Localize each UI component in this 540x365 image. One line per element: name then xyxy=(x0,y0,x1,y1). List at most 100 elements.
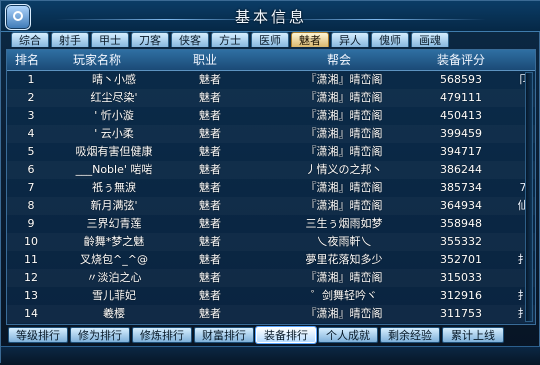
tab-7[interactable]: 魅者 xyxy=(291,32,329,47)
job-cell: 魅者 xyxy=(199,145,221,158)
player-name-cell: 新月满弦' xyxy=(90,199,138,212)
job-cell: 魅者 xyxy=(199,289,221,302)
player-name-cell: 齡舞*梦之魅 xyxy=(83,235,145,248)
score-cell: 385734 xyxy=(440,181,482,194)
guild-cell: 『潇湘』晴峦阁 xyxy=(305,181,383,194)
table-row[interactable]: 12 〃淡泊之心 魅者 『潇湘』晴峦阁 315033 xyxy=(7,269,535,287)
tab-4[interactable]: 侠客 xyxy=(171,32,209,47)
ranking-table: 排名 玩家名称 职业 帮会 装备评分 1 晴丶小感 魅者 『潇湘』晴峦阁 568593 卩… xyxy=(6,49,536,325)
ranking-button-4[interactable]: 装备排行 xyxy=(256,327,316,343)
table-row[interactable]: 11 叉烧包^_^@ 魅者 夢里花落知多少 352701 扌 xyxy=(7,251,535,269)
score-cell: 364934 xyxy=(440,199,482,212)
rank-cell: 13 xyxy=(24,289,38,302)
ranking-button-0[interactable]: 等级排行 xyxy=(8,327,68,343)
bottom-bar-fill xyxy=(1,346,540,365)
player-name-cell: ___Noble' 啱啱 xyxy=(75,163,153,176)
table-row[interactable]: 5 吸烟有害但健康 魅者 『潇湘』晴峦阁 394717 xyxy=(7,143,535,161)
player-name-cell: 吸烟有害但健康 xyxy=(75,145,153,158)
score-cell: 568593 xyxy=(440,73,482,86)
player-name-cell: 红尘尽染' xyxy=(90,91,138,104)
rank-cell: 10 xyxy=(24,235,38,248)
rank-cell: 8 xyxy=(27,199,35,212)
rank-cell: 9 xyxy=(27,217,35,230)
job-cell: 魅者 xyxy=(199,127,221,140)
guild-cell: 『潇湘』晴峦阁 xyxy=(305,73,383,86)
tab-3[interactable]: 刀客 xyxy=(131,32,169,47)
table-row[interactable]: 9 三界幻青莲 魅者 三生ぅ烟雨如梦 358948 xyxy=(7,215,535,233)
table-header: 排名 玩家名称 职业 帮会 装备评分 xyxy=(7,50,535,71)
table-scrollbar[interactable] xyxy=(525,72,533,322)
title-bar: 基本信息 xyxy=(1,1,540,32)
table-row[interactable]: 10 齡舞*梦之魅 魅者 乀夜雨軒乀 355332 xyxy=(7,233,535,251)
player-name-cell: 羲樱 xyxy=(103,307,125,320)
rank-cell: 3 xyxy=(27,109,35,122)
table-row[interactable]: 8 新月满弦' 魅者 『潇湘』晴峦阁 364934 仙 xyxy=(7,197,535,215)
job-cell: 魅者 xyxy=(199,253,221,266)
guild-cell: 『潇湘』晴峦阁 xyxy=(305,199,383,212)
table-row[interactable]: 13 雪儿菲妃 魅者 ゜剑舞轻吟ヾ 312916 扌 xyxy=(7,287,535,305)
table-row[interactable]: 7 祇ぅ無淚 魅者 『潇湘』晴峦阁 385734 7 xyxy=(7,179,535,197)
guild-cell: 夢里花落知多少 xyxy=(305,253,383,266)
score-cell: 315033 xyxy=(440,271,482,284)
ranking-button-3[interactable]: 财富排行 xyxy=(194,327,254,343)
guild-cell: 『潇湘』晴峦阁 xyxy=(305,307,383,320)
table-row[interactable]: 1 晴丶小感 魅者 『潇湘』晴峦阁 568593 卩 xyxy=(7,71,535,89)
rank-cell: 5 xyxy=(27,145,35,158)
tab-8[interactable]: 异人 xyxy=(331,32,369,47)
header-score: 装备评分 xyxy=(437,53,486,67)
score-cell: 312916 xyxy=(440,289,482,302)
table-row[interactable]: 6 ___Noble' 啱啱 魅者 丿情义の之邦丶 386244 xyxy=(7,161,535,179)
score-cell: 394717 xyxy=(440,145,482,158)
rank-cell: 1 xyxy=(27,73,35,86)
tab-9[interactable]: 傀师 xyxy=(371,32,409,47)
class-tabs: 综合 射手 甲士 刀客 侠客 方士 医师 魅者 异人 傀师 画魂 xyxy=(11,32,531,48)
table-row[interactable]: 14 羲樱 魅者 『潇湘』晴峦阁 311753 扌 xyxy=(7,305,535,323)
score-cell: 311753 xyxy=(440,307,482,320)
job-cell: 魅者 xyxy=(199,307,221,320)
table-row[interactable]: 2 红尘尽染' 魅者 『潇湘』晴峦阁 479111 xyxy=(7,89,535,107)
job-cell: 魅者 xyxy=(199,73,221,86)
guild-cell: 『潇湘』晴峦阁 xyxy=(305,145,383,158)
tab-0[interactable]: 综合 xyxy=(11,32,49,47)
rank-cell: 7 xyxy=(27,181,35,194)
player-name-cell: ' 忻小漩 xyxy=(94,109,134,122)
score-cell: 399459 xyxy=(440,127,482,140)
score-cell: 355332 xyxy=(440,235,482,248)
ranking-button-1[interactable]: 修为排行 xyxy=(70,327,130,343)
guild-cell: 乀夜雨軒乀 xyxy=(316,235,372,248)
job-cell: 魅者 xyxy=(199,235,221,248)
job-cell: 魅者 xyxy=(199,163,221,176)
ranking-button-6[interactable]: 剩余经验 xyxy=(380,327,440,343)
ranking-button-5[interactable]: 个人成就 xyxy=(318,327,378,343)
rank-cell: 11 xyxy=(24,253,38,266)
job-cell: 魅者 xyxy=(199,109,221,122)
guild-cell: ゜剑舞轻吟ヾ xyxy=(311,289,377,302)
player-name-cell: 晴丶小感 xyxy=(92,73,136,86)
header-guild: 帮会 xyxy=(327,53,352,67)
rank-cell: 12 xyxy=(24,271,38,284)
rank-cell: 14 xyxy=(24,307,38,320)
window-title: 基本信息 xyxy=(234,8,307,26)
tab-2[interactable]: 甲士 xyxy=(91,32,129,47)
score-cell: 386244 xyxy=(440,163,482,176)
tab-1[interactable]: 射手 xyxy=(51,32,89,47)
tab-5[interactable]: 方士 xyxy=(211,32,249,47)
guild-cell: 丿情义の之邦丶 xyxy=(305,163,383,176)
rank-cell: 4 xyxy=(27,127,35,140)
tab-10[interactable]: 画魂 xyxy=(411,32,449,47)
guild-cell: 『潇湘』晴峦阁 xyxy=(305,91,383,104)
score-cell: 450413 xyxy=(440,109,482,122)
job-cell: 魅者 xyxy=(199,91,221,104)
score-cell: 352701 xyxy=(440,253,482,266)
tab-6[interactable]: 医师 xyxy=(251,32,289,47)
rank-cell: 2 xyxy=(27,91,35,104)
score-cell: 479111 xyxy=(440,91,482,104)
ranking-button-2[interactable]: 修炼排行 xyxy=(132,327,192,343)
ranking-button-7[interactable]: 累计上线 xyxy=(442,327,504,343)
header-name: 玩家名称 xyxy=(73,53,122,67)
header-job: 职业 xyxy=(193,53,218,67)
header-rank: 排名 xyxy=(15,53,40,67)
table-row[interactable]: 3 ' 忻小漩 魅者 『潇湘』晴峦阁 450413 xyxy=(7,107,535,125)
job-cell: 魅者 xyxy=(199,181,221,194)
table-row[interactable]: 4 ' 云小柔 魅者 『潇湘』晴峦阁 399459 xyxy=(7,125,535,143)
